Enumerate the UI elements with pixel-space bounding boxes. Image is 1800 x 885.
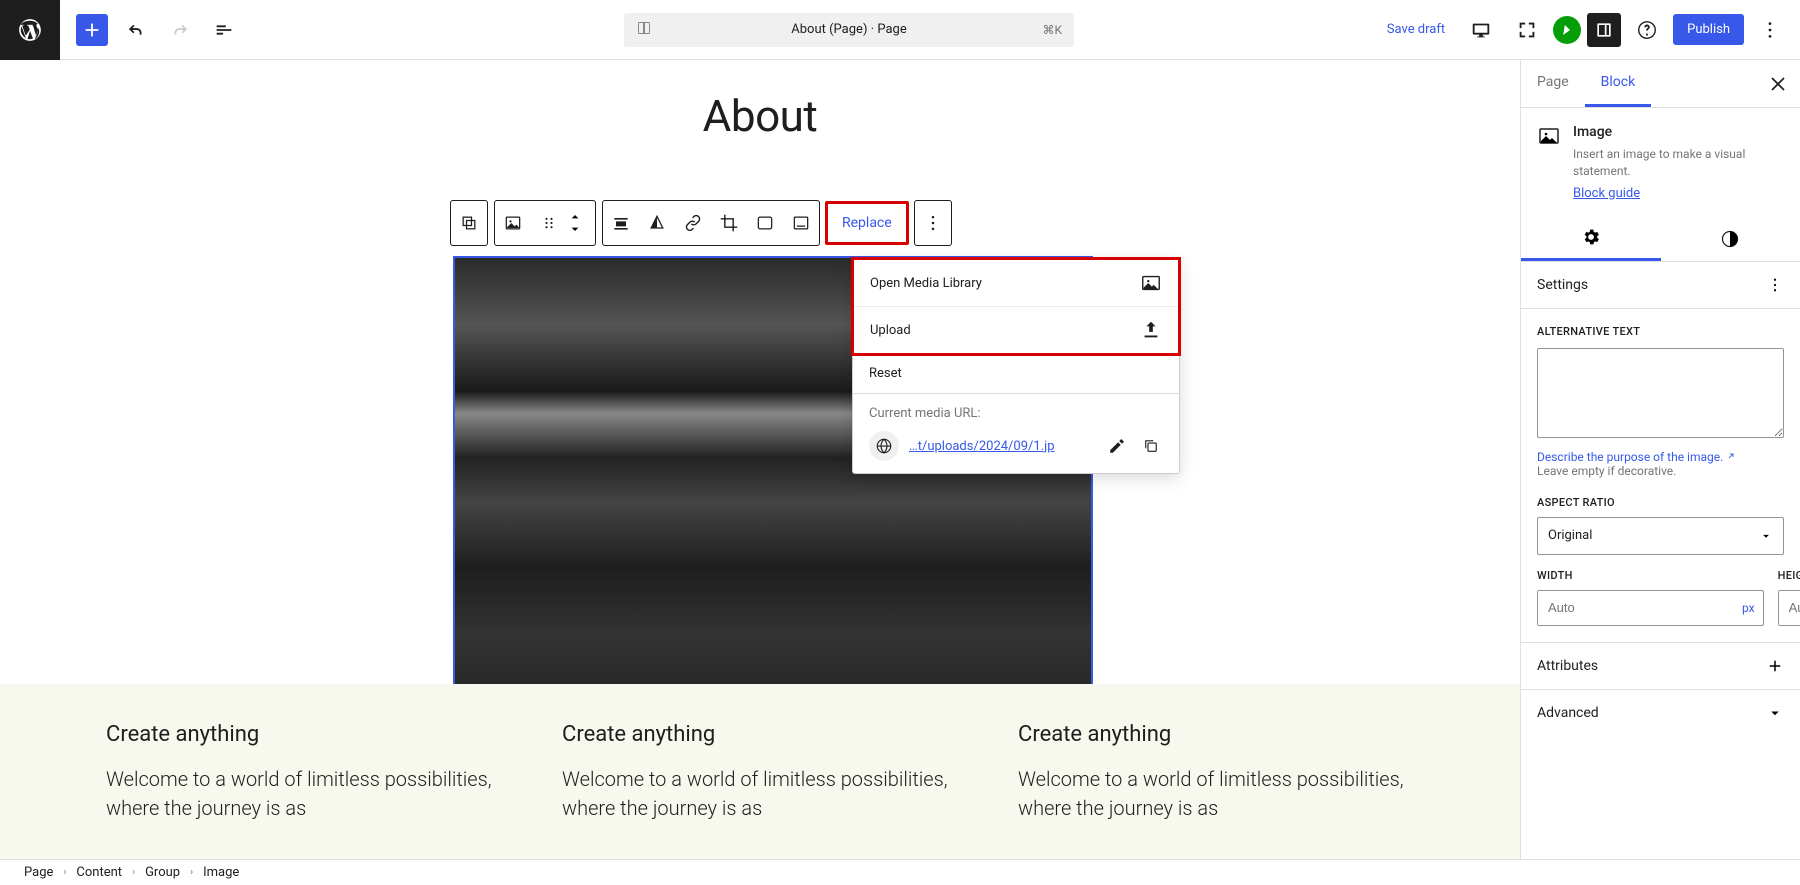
- save-draft-button[interactable]: Save draft: [1377, 22, 1455, 37]
- parent-block-button[interactable]: [451, 201, 487, 245]
- column-body: Welcome to a world of limitless possibil…: [562, 765, 958, 823]
- globe-icon: [869, 431, 899, 461]
- breadcrumb-item[interactable]: Group: [145, 865, 180, 880]
- breadcrumb-item[interactable]: Page: [24, 865, 53, 880]
- replace-button[interactable]: Replace: [825, 201, 909, 245]
- block-type-button[interactable]: [495, 201, 531, 245]
- link-button[interactable]: [675, 201, 711, 245]
- column-3[interactable]: Create anything Welcome to a world of li…: [1018, 722, 1414, 859]
- attributes-panel-label[interactable]: Attributes: [1537, 658, 1598, 674]
- drag-handle[interactable]: [531, 201, 567, 245]
- text-overlay-button[interactable]: [747, 201, 783, 245]
- column-body: Welcome to a world of limitless possibil…: [106, 765, 502, 823]
- close-sidebar-button[interactable]: [1766, 72, 1790, 96]
- current-url-label: Current media URL:: [869, 406, 1163, 421]
- publish-button[interactable]: Publish: [1673, 14, 1744, 45]
- move-buttons[interactable]: [567, 211, 595, 235]
- height-input[interactable]: [1779, 591, 1800, 625]
- tab-block[interactable]: Block: [1585, 60, 1652, 107]
- block-description: Insert an image to make a visual stateme…: [1573, 146, 1784, 180]
- aspect-ratio-select[interactable]: Original: [1537, 517, 1784, 555]
- page-title[interactable]: About: [0, 90, 1520, 142]
- columns-section: Create anything Welcome to a world of li…: [0, 684, 1520, 859]
- current-url-link[interactable]: …t/uploads/2024/09/1.jp: [909, 439, 1095, 454]
- help-button[interactable]: [1627, 10, 1667, 50]
- image-icon: [1140, 272, 1162, 294]
- crop-button[interactable]: [711, 201, 747, 245]
- editor-canvas[interactable]: About: [0, 60, 1520, 859]
- options-button[interactable]: [1750, 10, 1790, 50]
- chevron-down-icon[interactable]: [1766, 704, 1784, 722]
- block-options-button[interactable]: [915, 201, 951, 245]
- settings-sidebar: Page Block Image Insert an image to make…: [1520, 60, 1800, 859]
- chevron-right-icon: ›: [63, 867, 66, 878]
- fullscreen-button[interactable]: [1507, 10, 1547, 50]
- advanced-panel-label[interactable]: Advanced: [1537, 705, 1599, 721]
- replace-dropdown: Open Media Library Upload Reset Current …: [852, 258, 1180, 474]
- block-toolbar: Replace: [450, 200, 958, 246]
- upload-icon: [1140, 319, 1162, 341]
- block-breadcrumb: Page › Content › Group › Image: [0, 859, 1800, 885]
- width-label: WIDTH: [1537, 569, 1764, 582]
- alt-help-text: Leave empty if decorative.: [1537, 464, 1676, 478]
- open-media-library-item[interactable]: Open Media Library: [854, 260, 1178, 306]
- reset-item[interactable]: Reset: [853, 354, 1179, 393]
- width-unit[interactable]: px: [1734, 591, 1763, 625]
- height-label: HEIGHT: [1778, 569, 1800, 582]
- move-down-icon[interactable]: [567, 223, 583, 235]
- aspect-ratio-label: ASPECT RATIO: [1537, 496, 1784, 509]
- block-name: Image: [1573, 124, 1784, 140]
- tab-page[interactable]: Page: [1521, 60, 1585, 107]
- column-heading: Create anything: [1018, 722, 1414, 747]
- plus-icon[interactable]: [1766, 657, 1784, 675]
- settings-subtab[interactable]: [1521, 217, 1661, 261]
- chevron-down-icon: [1759, 529, 1773, 543]
- top-toolbar: About (Page) · Page ⌘K Save draft Publis…: [0, 0, 1800, 60]
- breadcrumb-item[interactable]: Image: [203, 865, 239, 880]
- breadcrumb-item[interactable]: Content: [76, 865, 122, 880]
- align-button[interactable]: [603, 201, 639, 245]
- column-2[interactable]: Create anything Welcome to a world of li…: [562, 722, 958, 859]
- column-heading: Create anything: [106, 722, 502, 747]
- alt-help-link[interactable]: Describe the purpose of the image.: [1537, 450, 1723, 464]
- view-desktop-button[interactable]: [1461, 10, 1501, 50]
- redo-button[interactable]: [160, 10, 200, 50]
- shortcut-hint: ⌘K: [1042, 23, 1062, 37]
- copy-url-button[interactable]: [1139, 434, 1163, 458]
- undo-button[interactable]: [116, 10, 156, 50]
- settings-panel-label: Settings: [1537, 277, 1588, 293]
- document-title: About (Page) · Page: [791, 22, 906, 37]
- column-body: Welcome to a world of limitless possibil…: [1018, 765, 1414, 823]
- upload-item[interactable]: Upload: [854, 306, 1178, 353]
- image-block-icon: [1537, 124, 1561, 148]
- add-block-button[interactable]: [76, 14, 108, 46]
- wordpress-logo[interactable]: [0, 0, 60, 60]
- duotone-button[interactable]: [639, 201, 675, 245]
- settings-options-icon[interactable]: [1766, 276, 1784, 294]
- document-bar[interactable]: About (Page) · Page ⌘K: [624, 13, 1074, 47]
- width-input[interactable]: [1538, 591, 1734, 625]
- document-outline-button[interactable]: [204, 10, 244, 50]
- settings-sidebar-toggle[interactable]: [1587, 13, 1621, 47]
- edit-url-button[interactable]: [1105, 434, 1129, 458]
- styles-subtab[interactable]: [1661, 217, 1800, 261]
- template-icon: [634, 18, 654, 42]
- caption-button[interactable]: [783, 201, 819, 245]
- block-guide-link[interactable]: Block guide: [1573, 186, 1640, 201]
- chevron-right-icon: ›: [190, 867, 193, 878]
- column-heading: Create anything: [562, 722, 958, 747]
- alt-text-label: ALTERNATIVE TEXT: [1537, 325, 1784, 338]
- chevron-right-icon: ›: [132, 867, 135, 878]
- alt-text-input[interactable]: [1537, 348, 1784, 438]
- jetpack-icon[interactable]: [1553, 16, 1581, 44]
- column-1[interactable]: Create anything Welcome to a world of li…: [106, 722, 502, 859]
- move-up-icon[interactable]: [567, 211, 583, 223]
